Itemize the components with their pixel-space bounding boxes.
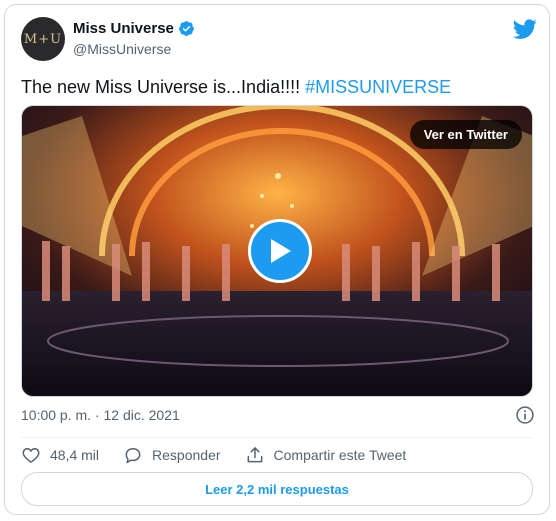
tweet-timestamp[interactable]: 10:00 p. m. · 12 dic. 2021 bbox=[21, 407, 180, 423]
user-handle[interactable]: @MissUniverse bbox=[73, 41, 171, 57]
like-button[interactable]: 48,4 mil bbox=[21, 445, 99, 465]
share-button[interactable]: Compartir este Tweet bbox=[245, 445, 407, 465]
play-icon bbox=[271, 239, 291, 263]
info-icon[interactable] bbox=[515, 405, 535, 425]
tweet-body: The new Miss Universe is...India!!!! bbox=[21, 77, 306, 97]
reply-bubble-icon bbox=[125, 448, 141, 464]
divider bbox=[21, 437, 533, 438]
read-replies-label: Leer 2,2 mil respuestas bbox=[205, 481, 349, 497]
avatar-logo-text: M+U bbox=[23, 31, 63, 47]
video-player[interactable]: Ver en Twitter bbox=[21, 105, 533, 397]
reply-button[interactable]: Responder bbox=[123, 445, 221, 465]
play-button[interactable] bbox=[248, 219, 312, 283]
twitter-bird-icon[interactable] bbox=[513, 17, 537, 41]
like-count: 48,4 mil bbox=[50, 447, 100, 463]
avatar[interactable]: M+U bbox=[21, 17, 65, 61]
view-on-twitter-button[interactable]: Ver en Twitter bbox=[409, 120, 522, 149]
display-name[interactable]: Miss Universe bbox=[73, 20, 174, 37]
tweet-actions: 48,4 mil Responder Compartir este Tweet bbox=[21, 445, 430, 465]
share-icon bbox=[247, 447, 262, 463]
tweet-text: The new Miss Universe is...India!!!! #MI… bbox=[21, 75, 451, 99]
share-label: Compartir este Tweet bbox=[273, 447, 407, 463]
tweet-card: M+U Miss Universe @MissUniverse The new … bbox=[4, 4, 550, 515]
verified-badge-icon bbox=[178, 21, 194, 36]
heart-icon bbox=[22, 448, 40, 463]
author-name-row[interactable]: Miss Universe bbox=[73, 20, 195, 37]
reply-label: Responder bbox=[152, 447, 221, 463]
hashtag-link[interactable]: #MISSUNIVERSE bbox=[305, 77, 451, 97]
read-replies-button[interactable]: Leer 2,2 mil respuestas bbox=[21, 472, 533, 506]
